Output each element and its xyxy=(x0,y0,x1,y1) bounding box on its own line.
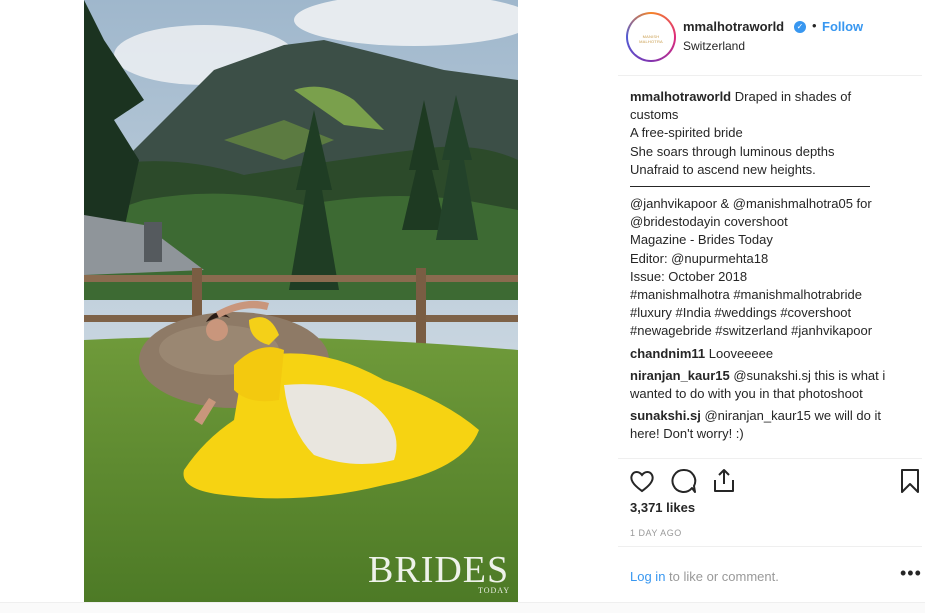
brides-watermark-sub: TODAY xyxy=(478,586,511,595)
verified-badge-icon: ✓ xyxy=(794,21,806,33)
more-options-icon[interactable]: ••• xyxy=(900,563,922,584)
comment-item: chandnim11 Looveeeee xyxy=(630,345,918,363)
header-username[interactable]: mmalhotraworld xyxy=(683,19,784,34)
caption-text-line: Draped in shades of xyxy=(734,89,852,104)
caption-credit-line: @janhvikapoor & @manishmalhotra05 for xyxy=(630,196,872,212)
post-header: MANISH MALHOTRA mmalhotraworld ✓ • Follo… xyxy=(618,0,922,76)
caption-credit-line: Issue: October 2018 xyxy=(630,268,748,284)
share-icon[interactable] xyxy=(710,467,738,495)
location-link[interactable]: Switzerland xyxy=(683,39,745,53)
caption-line: She soars through luminous depths xyxy=(630,143,835,159)
comment-text-cont: wanted to do with you in that photoshoot xyxy=(630,386,863,402)
likes-count[interactable]: 3,371 likes xyxy=(630,500,695,515)
caption-line: Unafraid to ascend new heights. xyxy=(630,161,816,177)
comment-item: sunakshi.sj @niranjan_kaur15 we will do … xyxy=(630,407,918,443)
login-prompt: Log in to like or comment. xyxy=(630,569,779,584)
caption-credit-line: Magazine - Brides Today xyxy=(630,232,773,248)
photo-illustration xyxy=(84,0,518,602)
caption-credit-line: @bridestodayin covershoot xyxy=(630,214,788,230)
comment-text-cont: here! Don't worry! :) xyxy=(630,426,744,442)
comment-text: @sunakshi.sj this is what i xyxy=(733,367,886,383)
follow-button[interactable]: Follow xyxy=(822,19,863,34)
caption-credit-line: Editor: @nupurmehta18 xyxy=(630,250,769,266)
heart-icon[interactable] xyxy=(628,467,656,495)
caption-divider xyxy=(630,186,870,188)
bookmark-icon[interactable] xyxy=(896,467,924,495)
caption-hashtag-line: #luxury #India #weddings #covershoot xyxy=(630,305,852,321)
comment-text: Looveeeee xyxy=(708,345,774,361)
comment-item: niranjan_kaur15 @sunakshi.sj this is wha… xyxy=(630,367,918,403)
caption-line: A free-spirited bride xyxy=(630,125,743,141)
window-bottom-edge xyxy=(0,602,925,613)
avatar-logo-text: MANISH MALHOTRA xyxy=(639,34,663,44)
comment-icon[interactable] xyxy=(670,467,698,495)
caption-line: customs xyxy=(630,107,679,123)
comment-username[interactable]: chandnim11 xyxy=(630,346,705,361)
avatar[interactable]: MANISH MALHOTRA xyxy=(626,12,676,62)
login-link[interactable]: Log in xyxy=(630,569,665,584)
comments-area: mmalhotraworld Draped in shades of custo… xyxy=(630,88,918,444)
comment-username[interactable]: sunakshi.sj xyxy=(630,408,701,423)
post-side-panel: MANISH MALHOTRA mmalhotraworld ✓ • Follo… xyxy=(618,0,922,602)
caption-username[interactable]: mmalhotraworld xyxy=(630,89,731,104)
comment-text: @niranjan_kaur15 we will do it xyxy=(704,408,881,424)
post-timestamp: 1 DAY AGO xyxy=(630,528,682,538)
post-photo[interactable]: BRIDES TODAY xyxy=(84,0,518,602)
login-prompt-text: to like or comment. xyxy=(665,569,779,584)
caption-hashtag-line: #manishmalhotra #manishmalhotrabride xyxy=(630,287,862,303)
post-footer: Log in to like or comment. ••• xyxy=(618,546,922,603)
separator-dot: • xyxy=(812,18,817,33)
caption-hashtag-line: #newagebride #switzerland #janhvikapoor xyxy=(630,323,873,339)
caption-first-line: mmalhotraworld Draped in shades of xyxy=(630,88,918,106)
comment-username[interactable]: niranjan_kaur15 xyxy=(630,368,730,383)
